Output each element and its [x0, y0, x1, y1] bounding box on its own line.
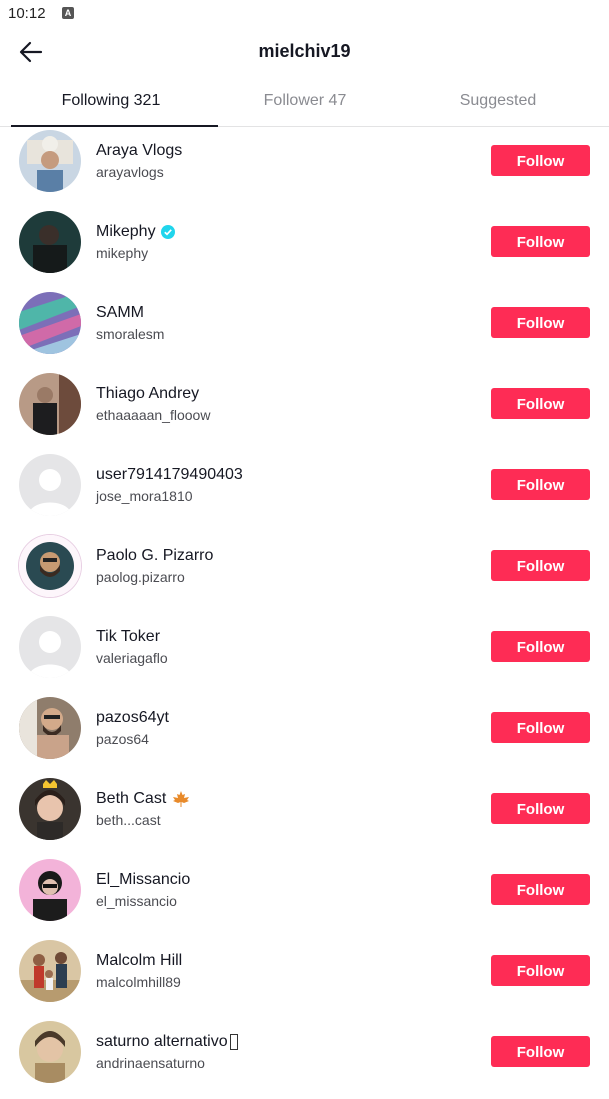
- follow-button[interactable]: Follow: [491, 1036, 590, 1067]
- missing-glyph-icon: [229, 1034, 238, 1050]
- list-item[interactable]: pazos64yt pazos64 Follow: [0, 694, 609, 775]
- status-time: 10:12: [8, 5, 46, 22]
- avatar[interactable]: [19, 778, 81, 840]
- user-handle: ethaaaaan_flooow: [96, 407, 211, 423]
- default-avatar-icon: [19, 454, 81, 516]
- user-name: El_Missancio: [96, 871, 191, 888]
- avatar[interactable]: [19, 697, 81, 759]
- follow-button[interactable]: Follow: [491, 469, 590, 500]
- avatar[interactable]: [19, 859, 81, 921]
- follow-button[interactable]: Follow: [491, 955, 590, 986]
- user-name: Thiago Andrey: [96, 385, 200, 402]
- user-name: saturno alternativo: [96, 1033, 238, 1051]
- user-handle: smoralesm: [96, 326, 165, 342]
- list-item[interactable]: saturno alternativo andrinaensaturno Fol…: [0, 1018, 609, 1099]
- follow-button[interactable]: Follow: [491, 874, 590, 905]
- user-handle: beth...cast: [96, 812, 161, 828]
- follow-button[interactable]: Follow: [491, 550, 590, 581]
- avatar[interactable]: [19, 454, 81, 516]
- maple-leaf-icon: [173, 791, 190, 807]
- tab-followers[interactable]: Follower 47: [205, 78, 405, 126]
- user-handle: pazos64: [96, 731, 149, 747]
- status-bar: 10:12 A: [0, 0, 609, 28]
- tab-bar: Following 321 Follower 47 Suggested: [0, 78, 609, 127]
- user-handle: mikephy: [96, 245, 149, 261]
- user-name: pazos64yt: [96, 709, 169, 726]
- notification-app-icon: A: [62, 7, 74, 19]
- list-item[interactable]: Malcolm Hill malcolmhill89 Follow: [0, 937, 609, 1018]
- tab-suggested[interactable]: Suggested: [398, 78, 598, 126]
- list-item[interactable]: Mikephy mikephy Follow: [0, 208, 609, 289]
- avatar[interactable]: [19, 940, 81, 1002]
- avatar[interactable]: [19, 292, 81, 354]
- list-item[interactable]: SAMM smoralesm Follow: [0, 289, 609, 370]
- user-name: Beth Cast: [96, 790, 190, 808]
- follow-button[interactable]: Follow: [491, 307, 590, 338]
- user-handle: jose_mora1810: [96, 488, 193, 504]
- avatar[interactable]: [19, 1021, 81, 1083]
- user-name: SAMM: [96, 304, 144, 321]
- user-name: Mikephy: [96, 223, 175, 241]
- follow-button[interactable]: Follow: [491, 226, 590, 257]
- verified-badge-icon: [160, 225, 175, 239]
- follow-button[interactable]: Follow: [491, 388, 590, 419]
- avatar[interactable]: [19, 616, 81, 678]
- list-item[interactable]: Thiago Andrey ethaaaaan_flooow Follow: [0, 370, 609, 451]
- user-name: Tik Toker: [96, 628, 161, 645]
- avatar[interactable]: [19, 535, 81, 597]
- avatar[interactable]: [19, 211, 81, 273]
- user-handle: arayavlogs: [96, 164, 164, 180]
- list-item[interactable]: user7914179490403 jose_mora1810 Follow: [0, 451, 609, 532]
- list-item[interactable]: Beth Cast beth...cast Follow: [0, 775, 609, 856]
- list-item[interactable]: Tik Toker valeriagaflo Follow: [0, 613, 609, 694]
- tab-following[interactable]: Following 321: [11, 78, 218, 127]
- list-item[interactable]: Paolo G. Pizarro paolog.pizarro Follow: [0, 532, 609, 613]
- follow-button[interactable]: Follow: [491, 793, 590, 824]
- user-handle: paolog.pizarro: [96, 569, 185, 585]
- user-name: Araya Vlogs: [96, 142, 183, 159]
- header: mielchiv19: [0, 28, 609, 76]
- follow-button[interactable]: Follow: [491, 631, 590, 662]
- user-name: Paolo G. Pizarro: [96, 547, 214, 564]
- list-item[interactable]: Araya Vlogs arayavlogs Follow: [0, 127, 609, 208]
- user-handle: malcolmhill89: [96, 974, 181, 990]
- avatar[interactable]: [19, 130, 81, 192]
- user-name: Malcolm Hill: [96, 952, 183, 969]
- user-handle: valeriagaflo: [96, 650, 168, 666]
- user-handle: andrinaensaturno: [96, 1055, 205, 1071]
- user-name: user7914179490403: [96, 466, 243, 483]
- page-title: mielchiv19: [258, 41, 351, 61]
- list-item[interactable]: El_Missancio el_missancio Follow: [0, 856, 609, 937]
- avatar[interactable]: [19, 373, 81, 435]
- follow-button[interactable]: Follow: [491, 712, 590, 743]
- user-handle: el_missancio: [96, 893, 177, 909]
- default-avatar-icon: [19, 616, 81, 678]
- follow-button[interactable]: Follow: [491, 145, 590, 176]
